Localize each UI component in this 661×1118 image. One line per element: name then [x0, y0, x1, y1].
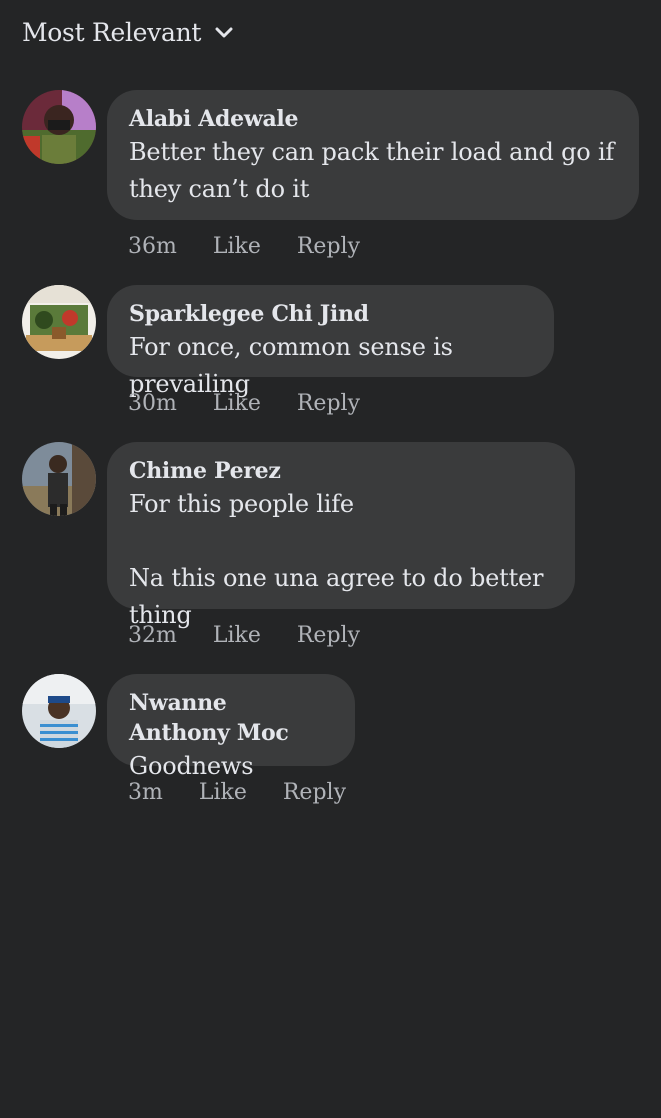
reply-button[interactable]: Reply: [283, 780, 346, 805]
sort-label: Most Relevant: [22, 18, 202, 47]
comment-author[interactable]: Nwanne Anthony Moc: [129, 688, 333, 748]
comment-author[interactable]: Sparklegee Chi Jind: [129, 299, 532, 329]
comment-item: Alabi Adewale Better they can pack their…: [22, 90, 661, 270]
avatar[interactable]: [22, 442, 96, 516]
comment-bubble: Alabi Adewale Better they can pack their…: [107, 90, 639, 220]
comment-bubble: Nwanne Anthony Moc Goodnews: [107, 674, 355, 780]
like-button[interactable]: Like: [213, 391, 261, 416]
avatar[interactable]: [22, 90, 96, 164]
comment-item: Chime Perez For this people life Na this…: [22, 442, 661, 662]
comment-actions: 30m Like Reply: [128, 391, 360, 416]
comment-time: 32m: [128, 623, 177, 648]
comment-item: Sparklegee Chi Jind For once, common sen…: [22, 285, 661, 425]
comment-time: 3m: [128, 780, 163, 805]
reply-button[interactable]: Reply: [297, 391, 360, 416]
reply-button[interactable]: Reply: [297, 623, 360, 648]
reply-button[interactable]: Reply: [297, 234, 360, 259]
comment-actions: 3m Like Reply: [128, 780, 346, 805]
comment-actions: 32m Like Reply: [128, 623, 360, 648]
comment-author[interactable]: Alabi Adewale: [129, 104, 617, 134]
like-button[interactable]: Like: [213, 234, 261, 259]
avatar[interactable]: [22, 674, 96, 748]
chevron-down-icon: [215, 24, 233, 42]
avatar[interactable]: [22, 285, 96, 359]
comment-author[interactable]: Chime Perez: [129, 456, 553, 486]
comment-text: Better they can pack their load and go i…: [129, 138, 622, 203]
comment-text: For this people life Na this one una agr…: [129, 490, 544, 629]
comment-time: 30m: [128, 391, 177, 416]
sort-dropdown[interactable]: Most Relevant: [22, 18, 233, 47]
comment-bubble: Chime Perez For this people life Na this…: [107, 442, 575, 629]
like-button[interactable]: Like: [199, 780, 247, 805]
like-button[interactable]: Like: [213, 623, 261, 648]
comment-bubble: Sparklegee Chi Jind For once, common sen…: [107, 285, 554, 398]
comment-time: 36m: [128, 234, 177, 259]
comment-item: Nwanne Anthony Moc Goodnews 3m Like Repl…: [22, 674, 661, 814]
comment-actions: 36m Like Reply: [128, 234, 360, 259]
